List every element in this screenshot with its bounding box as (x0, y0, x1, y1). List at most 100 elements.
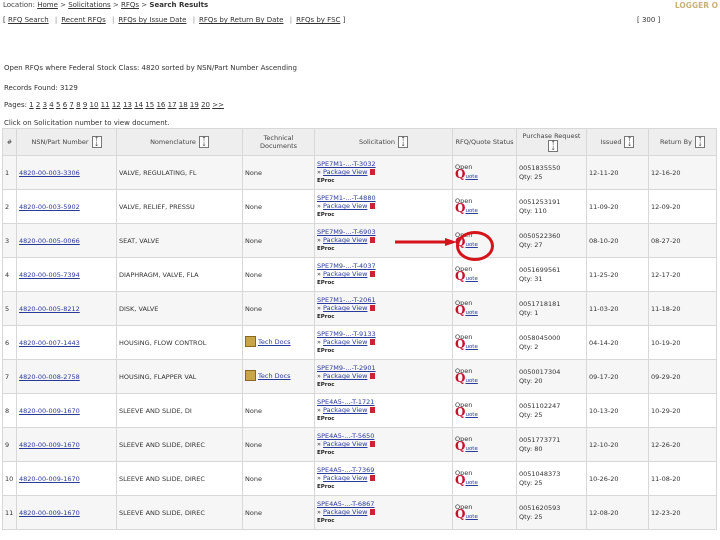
breadcrumb-rfqs[interactable]: RFQs (121, 1, 139, 9)
col-header-nomenclature[interactable]: Nomenclature ↑ ↓ (116, 128, 243, 156)
quote-q-icon[interactable]: Q (455, 269, 465, 283)
package-view-link[interactable]: Package View (323, 168, 367, 176)
sort-icon[interactable]: ↑ ↓ (398, 136, 409, 148)
page-link[interactable]: 14 (134, 101, 143, 109)
quote-q-icon[interactable]: Q (455, 337, 465, 351)
status-cell: Open Quote (452, 495, 517, 530)
page-link[interactable]: 11 (101, 101, 110, 109)
tech-docs-link[interactable]: Tech Docs (245, 336, 291, 347)
logout-button[interactable]: LOGGER O (675, 1, 718, 10)
solicitation-link[interactable]: SPE7M1-...-T-2061 (317, 296, 376, 304)
breadcrumb-solicitations[interactable]: Solicitations (68, 1, 111, 9)
quote-q-icon[interactable]: Q (455, 303, 465, 317)
page-link[interactable]: 13 (123, 101, 132, 109)
sort-icon[interactable]: ↑ ↓ (198, 136, 209, 148)
nsn-link[interactable]: 4820-00-009-1670 (19, 407, 80, 415)
package-view-link[interactable]: Package View (323, 202, 367, 210)
page-link[interactable]: 18 (179, 101, 188, 109)
package-view-link[interactable]: Package View (323, 474, 367, 482)
col-header-solicitation[interactable]: Solicitation ↑ ↓ (314, 128, 453, 156)
solicitation-link[interactable]: SPE4A5-...-T-5650 (317, 432, 374, 440)
solicitation-link[interactable]: SPE7M1-...-T-4880 (317, 194, 376, 202)
solicitation-link[interactable]: SPE7M9-...-T-9133 (317, 330, 376, 338)
nsn-cell: 4820-00-009-1670 (16, 427, 117, 462)
package-view-link[interactable]: Package View (323, 372, 367, 380)
solicitation-link[interactable]: SPE7M9-...-T-4037 (317, 262, 376, 270)
quote-q-icon[interactable]: Q (455, 371, 465, 385)
col-header-nsn[interactable]: NSN/Part Number ↑ ↓ (16, 128, 117, 156)
solicitation-link[interactable]: SPE4A5-...-T-7369 (317, 466, 374, 474)
nsn-link[interactable]: 4820-00-005-0066 (19, 237, 80, 245)
quote-q-icon[interactable]: Q (455, 473, 465, 487)
quote-link[interactable]: uote (465, 208, 477, 214)
solicitation-link[interactable]: SPE7M9-...-T-2901 (317, 364, 376, 372)
page-link[interactable]: 6 (63, 101, 67, 109)
page-link[interactable]: 10 (90, 101, 99, 109)
page-link[interactable]: 20 (201, 101, 210, 109)
package-view-link[interactable]: Package View (323, 304, 367, 312)
nav-rfqs-by-return-date[interactable]: RFQs by Return By Date (199, 16, 283, 24)
page-link[interactable]: 12 (112, 101, 121, 109)
quote-q-icon[interactable]: Q (455, 405, 465, 419)
package-view-link[interactable]: Package View (323, 406, 367, 414)
nsn-link[interactable]: 4820-00-003-5902 (19, 203, 80, 211)
page-link[interactable]: 4 (49, 101, 53, 109)
sort-icon[interactable]: ↑ ↓ (624, 136, 635, 148)
breadcrumb-home[interactable]: Home (37, 1, 58, 9)
page-link[interactable]: 19 (190, 101, 199, 109)
package-view-link[interactable]: Package View (323, 236, 367, 244)
nsn-link[interactable]: 4820-00-009-1670 (19, 441, 80, 449)
quote-q-icon[interactable]: Q (455, 201, 465, 215)
solicitation-link[interactable]: SPE4A5-...-T-6867 (317, 500, 374, 508)
nsn-link[interactable]: 4820-00-009-1670 (19, 509, 80, 517)
solicitation-link[interactable]: SPE7M1-...-T-3032 (317, 160, 376, 168)
nav-rfqs-by-issue-date[interactable]: RFQs by Issue Date (118, 16, 186, 24)
quote-link[interactable]: uote (465, 276, 477, 282)
package-view-link[interactable]: Package View (323, 440, 367, 448)
page-link[interactable]: 8 (76, 101, 80, 109)
quote-link[interactable]: uote (465, 310, 477, 316)
solicitation-link[interactable]: SPE4A5-...-T-1721 (317, 398, 374, 406)
nsn-link[interactable]: 4820-00-009-1670 (19, 475, 80, 483)
quote-q-icon[interactable]: Q (455, 439, 465, 453)
tech-docs-link[interactable]: Tech Docs (245, 370, 291, 381)
col-header-return-by[interactable]: Return By ↑ ↓ (648, 128, 717, 156)
quote-link[interactable]: uote (465, 378, 477, 384)
page-link[interactable]: 3 (43, 101, 47, 109)
page-link[interactable]: 2 (36, 101, 40, 109)
fsc-selector[interactable]: [ 300 ] (637, 16, 660, 24)
page-link[interactable]: 15 (145, 101, 154, 109)
nsn-link[interactable]: 4820-00-005-8212 (19, 305, 80, 313)
page-link[interactable]: 1 (29, 101, 33, 109)
col-header-issued[interactable]: Issued ↑ ↓ (586, 128, 649, 156)
quote-q-icon[interactable]: Q (455, 507, 465, 521)
page-link[interactable]: 7 (69, 101, 73, 109)
package-view-link[interactable]: Package View (323, 508, 367, 516)
nav-rfqs-by-fsc[interactable]: RFQs by FSC (296, 16, 340, 24)
package-view-link[interactable]: Package View (323, 338, 367, 346)
quote-q-icon[interactable]: Q (455, 167, 465, 181)
nsn-link[interactable]: 4820-00-007-1443 (19, 339, 80, 347)
sort-icon[interactable]: ↑ ↓ (548, 140, 558, 152)
quote-link[interactable]: uote (465, 480, 477, 486)
nsn-link[interactable]: 4820-00-005-7394 (19, 271, 80, 279)
quote-link[interactable]: uote (465, 344, 477, 350)
nav-rfq-search[interactable]: RFQ Search (8, 16, 49, 24)
page-next-link[interactable]: >> (212, 101, 224, 109)
sort-icon[interactable]: ↑ ↓ (694, 136, 705, 148)
quote-link[interactable]: uote (465, 446, 477, 452)
page-link[interactable]: 17 (168, 101, 177, 109)
quote-link[interactable]: uote (465, 412, 477, 418)
col-header-purchase-request[interactable]: Purchase Request↑ ↓ (516, 128, 587, 156)
sort-icon[interactable]: ↑ ↓ (91, 136, 102, 148)
solicitation-link[interactable]: SPE7M9-...-T-6903 (317, 228, 376, 236)
nsn-link[interactable]: 4820-00-003-3306 (19, 169, 80, 177)
quote-link[interactable]: uote (465, 174, 477, 180)
page-link[interactable]: 5 (56, 101, 60, 109)
package-view-link[interactable]: Package View (323, 270, 367, 278)
nav-recent-rfqs[interactable]: Recent RFQs (61, 16, 105, 24)
nsn-link[interactable]: 4820-00-008-2758 (19, 373, 80, 381)
page-link[interactable]: 16 (156, 101, 165, 109)
page-link[interactable]: 9 (83, 101, 87, 109)
quote-link[interactable]: uote (465, 514, 477, 520)
